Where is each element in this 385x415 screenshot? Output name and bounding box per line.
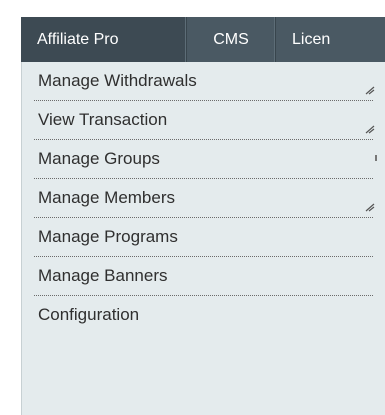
menu-item-label: Configuration <box>38 305 140 324</box>
nav-item-label: Licen <box>292 30 331 48</box>
resize-grip-icon <box>365 203 375 212</box>
screen: Affiliate Pro CMS Licen Manage Withdrawa… <box>0 0 385 415</box>
menu-item-manage-programs[interactable]: Manage Programs <box>34 218 373 257</box>
resize-grip-icon <box>365 86 375 95</box>
menu-item-label: Manage Banners <box>38 266 168 285</box>
nav-item-license[interactable]: Licen <box>276 17 385 62</box>
menu-item-manage-banners[interactable]: Manage Banners <box>34 257 373 296</box>
menu-item-label: Manage Withdrawals <box>38 71 197 90</box>
menu-item-manage-members[interactable]: Manage Members <box>34 179 375 218</box>
menu-item-view-transaction[interactable]: View Transaction <box>34 101 375 140</box>
nav-item-label: Affiliate Pro <box>37 30 119 48</box>
nav-item-affiliate-pro[interactable]: Affiliate Pro <box>21 17 187 62</box>
menu-item-label: Manage Groups <box>38 149 160 168</box>
affiliate-pro-dropdown-menu: Manage Withdrawals View Transaction Mana… <box>21 62 385 415</box>
resize-grip-icon <box>365 125 375 134</box>
nav-item-label: CMS <box>213 30 249 48</box>
menu-item-manage-withdrawals[interactable]: Manage Withdrawals <box>34 62 375 101</box>
menu-item-label: Manage Members <box>38 188 176 207</box>
menu-item-configuration[interactable]: Configuration <box>34 296 373 334</box>
top-navigation-bar: Affiliate Pro CMS Licen <box>21 17 385 62</box>
scroll-tick-mark <box>375 155 377 161</box>
menu-item-label: Manage Programs <box>38 227 178 246</box>
menu-item-manage-groups[interactable]: Manage Groups <box>34 140 377 179</box>
menu-item-label: View Transaction <box>38 110 168 129</box>
nav-item-cms[interactable]: CMS <box>187 17 276 62</box>
